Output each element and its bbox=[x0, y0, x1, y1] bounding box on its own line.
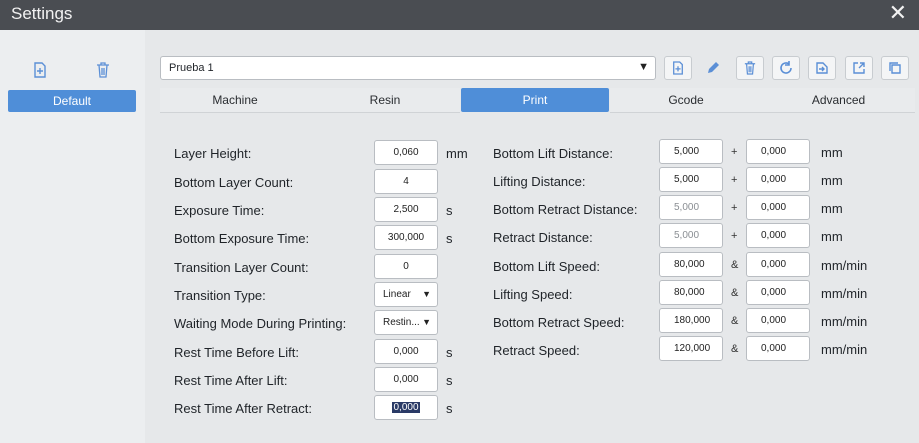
retract-distance-label: Retract Distance: bbox=[493, 230, 593, 245]
bottom-exposure-time-unit: s bbox=[446, 231, 453, 246]
plus-operator: + bbox=[731, 174, 738, 186]
plus-operator: + bbox=[731, 230, 738, 242]
dropdown-arrow-icon: ▼ bbox=[422, 317, 431, 327]
export-icon[interactable] bbox=[845, 56, 873, 80]
plus-operator: + bbox=[731, 202, 738, 214]
bottom-lift-distance-input[interactable]: 5,000 bbox=[659, 139, 723, 164]
waiting-mode-select[interactable]: Restin... ▼ bbox=[374, 310, 438, 335]
bottom-lift-distance-unit: mm bbox=[821, 145, 843, 160]
selected-text: 0,000 bbox=[392, 402, 420, 413]
exposure-time-unit: s bbox=[446, 203, 453, 218]
rest-time-after-lift-input[interactable]: 0,000 bbox=[374, 367, 438, 392]
close-icon[interactable]: ✕ bbox=[889, 1, 907, 26]
default-profile-button[interactable]: Default bbox=[8, 90, 136, 112]
bottom-layer-count-label: Bottom Layer Count: bbox=[174, 175, 294, 190]
bottom-layer-count-input[interactable]: 4 bbox=[374, 169, 438, 194]
bottom-lift-speed-unit: mm/min bbox=[821, 258, 868, 273]
and-operator: & bbox=[731, 259, 739, 271]
settings-tabs: Machine Resin Print Gcode Advanced bbox=[160, 88, 915, 114]
dropdown-arrow-icon: ▼ bbox=[638, 61, 649, 73]
transition-layer-count-input[interactable]: 0 bbox=[374, 254, 438, 279]
rest-time-after-retract-unit: s bbox=[446, 401, 453, 416]
bottom-exposure-time-input[interactable]: 300,000 bbox=[374, 225, 438, 250]
bottom-lift-distance-extra-input[interactable]: 0,000 bbox=[746, 139, 810, 164]
layer-height-input[interactable]: 0,060 bbox=[374, 140, 438, 165]
and-operator: & bbox=[731, 343, 739, 355]
retract-distance-extra-input[interactable]: 0,000 bbox=[746, 223, 810, 248]
transition-type-value: Linear bbox=[383, 289, 411, 300]
bottom-retract-distance-input[interactable]: 5,000 bbox=[659, 195, 723, 220]
lifting-speed-label: Lifting Speed: bbox=[493, 287, 573, 302]
rest-time-after-retract-input[interactable]: 0,000 bbox=[374, 395, 438, 420]
rest-time-after-retract-label: Rest Time After Retract: bbox=[174, 401, 312, 416]
waiting-mode-label: Waiting Mode During Printing: bbox=[174, 316, 347, 331]
layer-height-unit: mm bbox=[446, 146, 468, 161]
lifting-distance-input[interactable]: 5,000 bbox=[659, 167, 723, 192]
bottom-lift-distance-label: Bottom Lift Distance: bbox=[493, 146, 613, 161]
title-bar: Settings ✕ bbox=[0, 0, 919, 30]
exposure-time-label: Exposure Time: bbox=[174, 203, 265, 218]
tab-gcode[interactable]: Gcode bbox=[610, 88, 762, 113]
tab-machine[interactable]: Machine bbox=[160, 88, 310, 113]
profile-select[interactable]: Prueba 1 ▼ bbox=[160, 56, 656, 80]
lifting-speed-unit: mm/min bbox=[821, 286, 868, 301]
pencil-icon[interactable] bbox=[699, 56, 727, 80]
retract-distance-unit: mm bbox=[821, 229, 843, 244]
lifting-speed-input[interactable]: 80,000 bbox=[659, 280, 723, 305]
retract-speed-input[interactable]: 120,000 bbox=[659, 336, 723, 361]
bottom-lift-speed-label: Bottom Lift Speed: bbox=[493, 259, 600, 274]
exposure-time-input[interactable]: 2,500 bbox=[374, 197, 438, 222]
bottom-retract-speed-extra-input[interactable]: 0,000 bbox=[746, 308, 810, 333]
copy-icon[interactable] bbox=[881, 56, 909, 80]
retract-speed-extra-input[interactable]: 0,000 bbox=[746, 336, 810, 361]
transition-type-label: Transition Type: bbox=[174, 288, 266, 303]
bottom-retract-speed-unit: mm/min bbox=[821, 314, 868, 329]
bottom-lift-speed-extra-input[interactable]: 0,000 bbox=[746, 252, 810, 277]
dropdown-arrow-icon: ▼ bbox=[422, 289, 431, 299]
add-file-icon[interactable] bbox=[664, 56, 692, 80]
bottom-retract-distance-extra-input[interactable]: 0,000 bbox=[746, 195, 810, 220]
window-title: Settings bbox=[11, 4, 73, 23]
lifting-speed-extra-input[interactable]: 0,000 bbox=[746, 280, 810, 305]
lifting-distance-extra-input[interactable]: 0,000 bbox=[746, 167, 810, 192]
rest-time-after-lift-label: Rest Time After Lift: bbox=[174, 373, 288, 388]
and-operator: & bbox=[731, 287, 739, 299]
lifting-distance-unit: mm bbox=[821, 173, 843, 188]
bottom-retract-speed-label: Bottom Retract Speed: bbox=[493, 315, 625, 330]
waiting-mode-value: Restin... bbox=[383, 317, 420, 328]
plus-operator: + bbox=[731, 146, 738, 158]
tab-resin[interactable]: Resin bbox=[310, 88, 460, 113]
lifting-distance-label: Lifting Distance: bbox=[493, 174, 586, 189]
transition-type-select[interactable]: Linear ▼ bbox=[374, 282, 438, 307]
profile-select-value: Prueba 1 bbox=[169, 62, 214, 74]
rest-time-before-lift-unit: s bbox=[446, 345, 453, 360]
bottom-retract-distance-unit: mm bbox=[821, 201, 843, 216]
bottom-exposure-time-label: Bottom Exposure Time: bbox=[174, 231, 310, 246]
bottom-lift-speed-input[interactable]: 80,000 bbox=[659, 252, 723, 277]
retract-speed-label: Retract Speed: bbox=[493, 343, 580, 358]
and-operator: & bbox=[731, 315, 739, 327]
bottom-retract-distance-label: Bottom Retract Distance: bbox=[493, 202, 638, 217]
import-icon[interactable] bbox=[808, 56, 836, 80]
bottom-retract-speed-input[interactable]: 180,000 bbox=[659, 308, 723, 333]
trash-icon[interactable] bbox=[736, 56, 764, 80]
add-file-icon[interactable] bbox=[28, 59, 52, 81]
refresh-icon[interactable] bbox=[772, 56, 800, 80]
tab-advanced[interactable]: Advanced bbox=[762, 88, 915, 113]
tab-print[interactable]: Print bbox=[461, 88, 609, 112]
rest-time-after-lift-unit: s bbox=[446, 373, 453, 388]
rest-time-before-lift-input[interactable]: 0,000 bbox=[374, 339, 438, 364]
profile-sidebar: Default bbox=[0, 30, 145, 443]
rest-time-before-lift-label: Rest Time Before Lift: bbox=[174, 345, 299, 360]
trash-icon[interactable] bbox=[91, 59, 115, 81]
transition-layer-count-label: Transition Layer Count: bbox=[174, 260, 309, 275]
retract-distance-input[interactable]: 5,000 bbox=[659, 223, 723, 248]
layer-height-label: Layer Height: bbox=[174, 146, 252, 161]
retract-speed-unit: mm/min bbox=[821, 342, 868, 357]
